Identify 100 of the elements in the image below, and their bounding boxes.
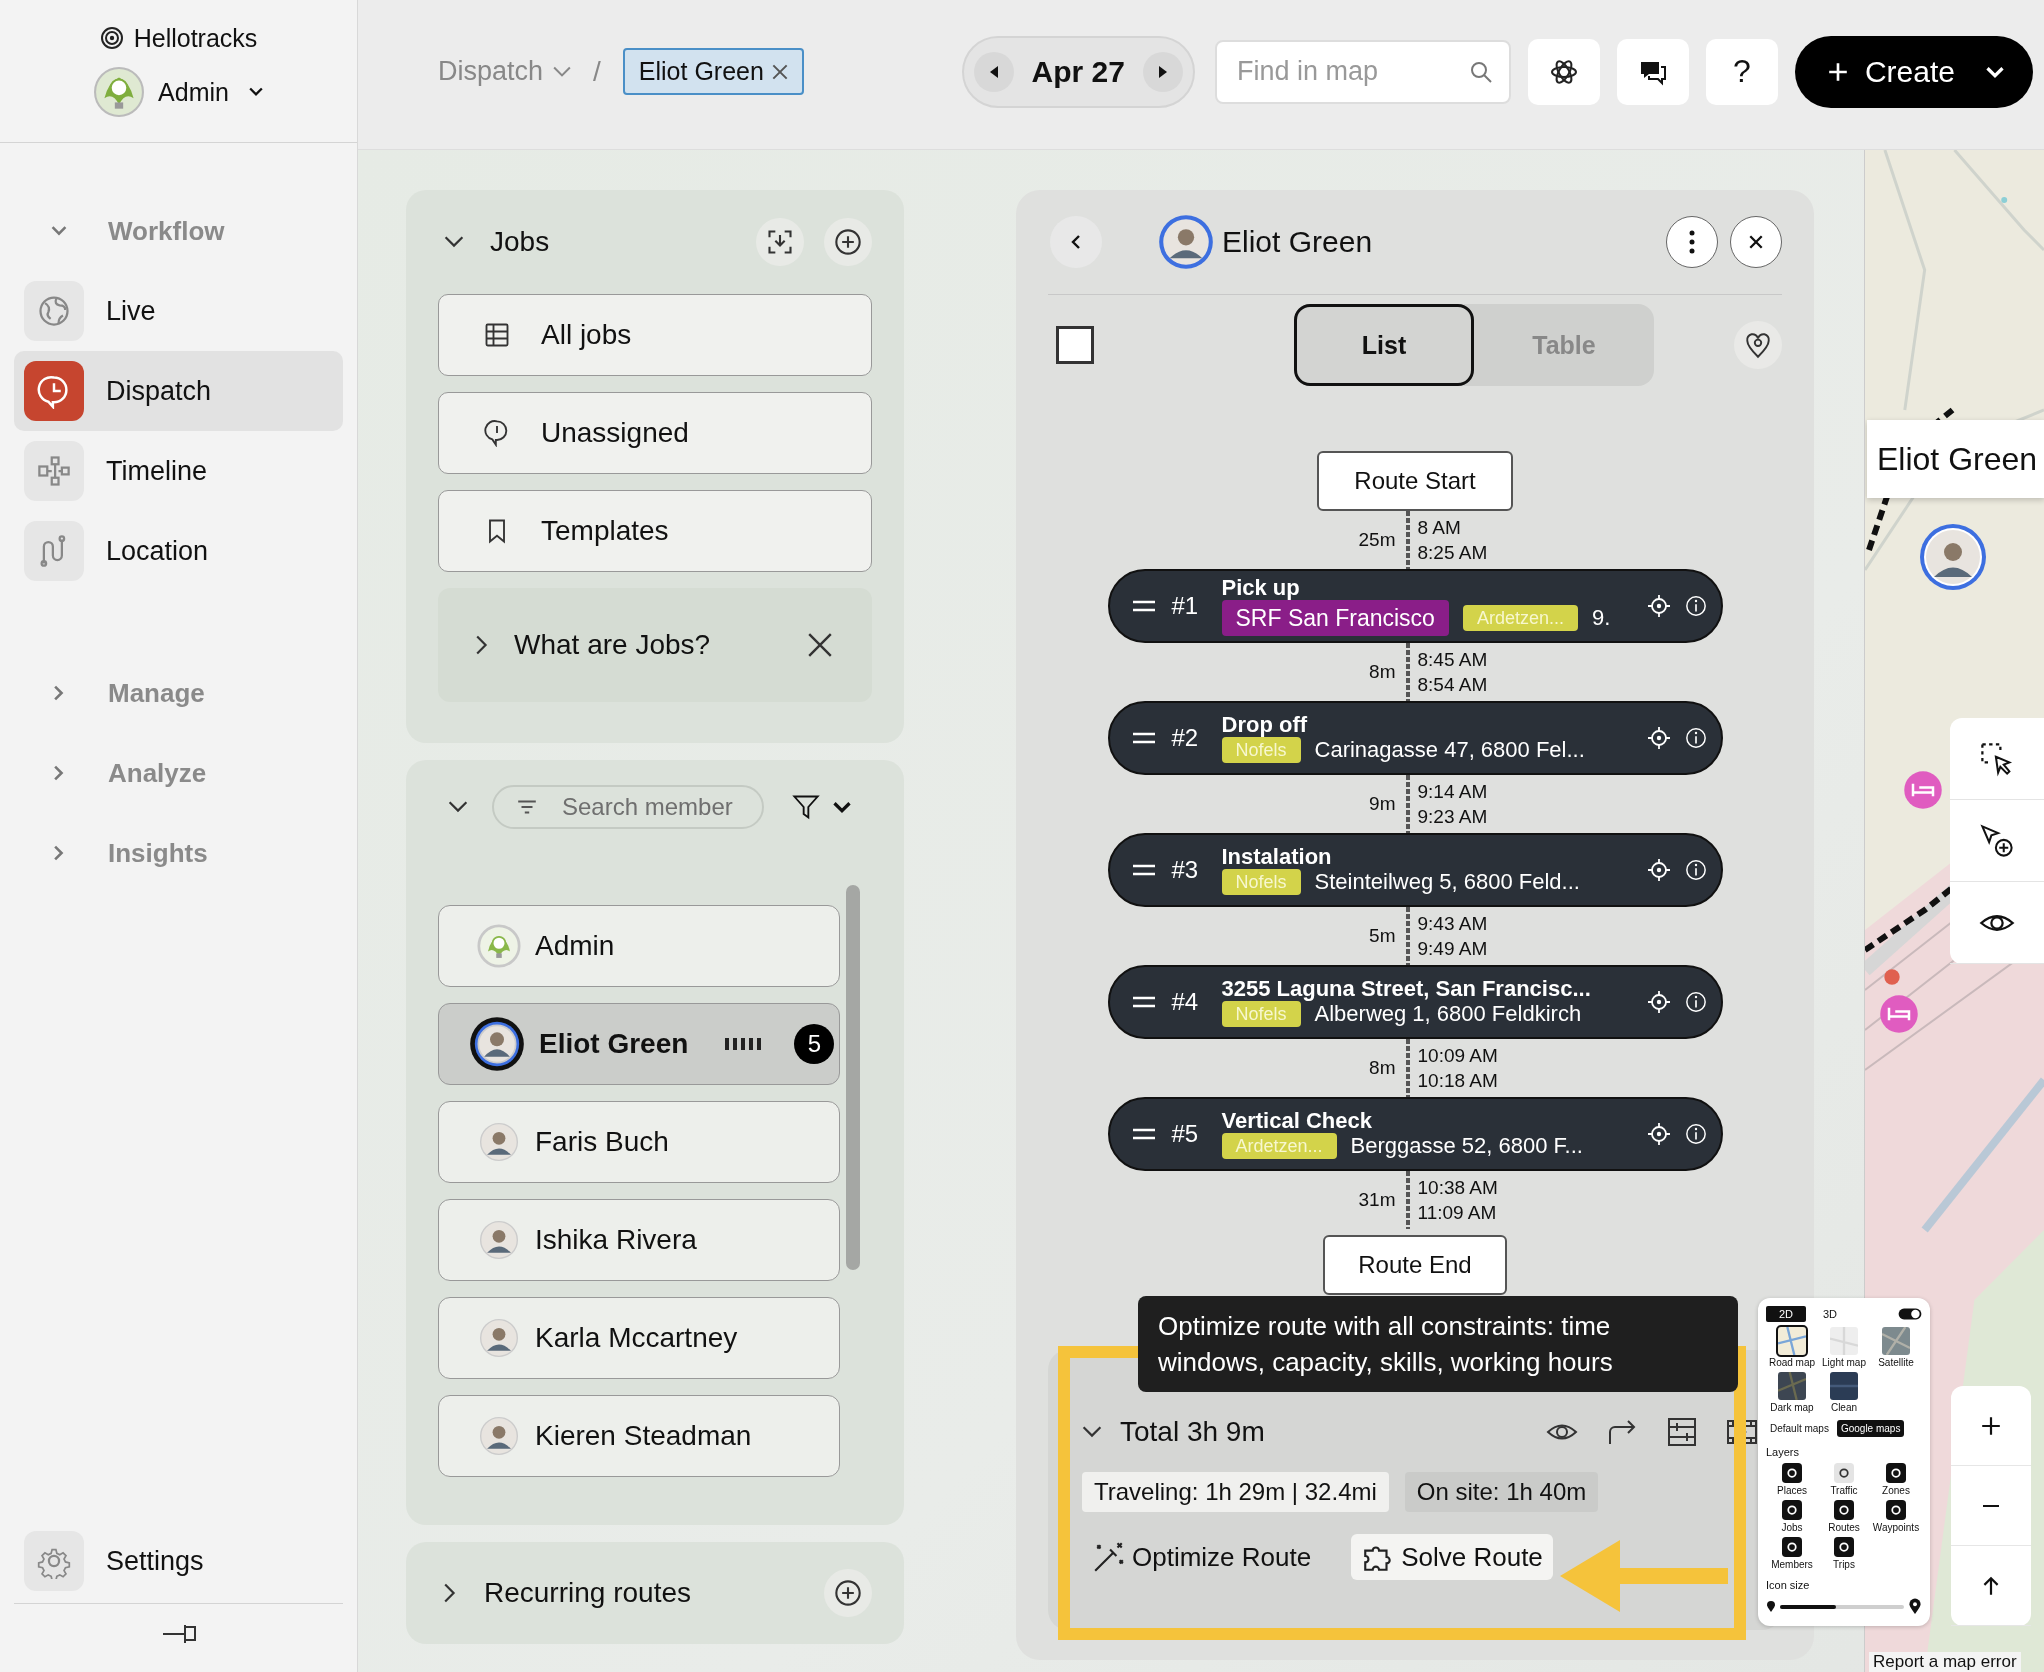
drag-handle-icon[interactable] <box>1131 600 1156 612</box>
drag-handle-icon[interactable] <box>1131 996 1156 1008</box>
settings-item[interactable]: Settings <box>0 1521 357 1601</box>
locate-icon[interactable] <box>1646 990 1671 1014</box>
add-route-button[interactable] <box>824 1569 872 1617</box>
account-menu[interactable]: Admin <box>94 66 263 118</box>
map-search-field[interactable]: Find in map <box>1214 39 1511 104</box>
member-item[interactable]: Ishika Rivera <box>438 1199 840 1281</box>
select-all-checkbox[interactable] <box>1056 326 1094 364</box>
chevron-icon[interactable] <box>448 801 468 813</box>
route-start-button[interactable]: Route Start <box>1317 451 1513 511</box>
location-pin-button[interactable] <box>1734 321 1782 369</box>
chevron-icon[interactable] <box>1082 1426 1102 1438</box>
leg-duration: 25m <box>1357 529 1397 551</box>
member-item[interactable]: Faris Buch <box>438 1101 840 1183</box>
info-icon[interactable] <box>1684 595 1707 617</box>
chat-button[interactable] <box>1616 38 1689 105</box>
avatar-icon <box>477 1218 521 1262</box>
stop-title: Vertical Check <box>1221 1109 1373 1133</box>
route-stop[interactable]: #1 Pick up SRF San Francisco Ardetzen... 9. <box>1107 569 1723 643</box>
info-icon[interactable] <box>1684 991 1707 1013</box>
help-button[interactable]: ? <box>1705 38 1778 105</box>
map-source-tab[interactable]: Default maps <box>1766 1420 1833 1437</box>
close-icon[interactable] <box>808 633 832 657</box>
scrollbar[interactable] <box>846 885 860 1270</box>
map-layer-toggle[interactable]: Waypoints <box>1870 1500 1922 1533</box>
member-item[interactable]: Admin <box>438 905 840 987</box>
map-layer-toggle[interactable]: Zones <box>1870 1463 1922 1496</box>
previous-day-button[interactable] <box>973 51 1014 92</box>
member-item[interactable]: Karla Mccartney <box>438 1297 840 1379</box>
layer-icon <box>1782 1463 1802 1483</box>
drag-handle-icon[interactable] <box>1131 864 1156 876</box>
member-marker-icon[interactable] <box>1918 522 1988 592</box>
close-button[interactable] <box>1730 216 1782 268</box>
route-end-button[interactable]: Route End <box>1323 1235 1507 1295</box>
solve-route-button[interactable]: Solve Route <box>1351 1534 1553 1580</box>
chevron-icon <box>1985 64 2005 79</box>
map-style-option[interactable]: Light map <box>1818 1327 1870 1368</box>
map-style-option[interactable]: Clean <box>1818 1372 1870 1413</box>
map-layer-toggle[interactable]: Traffic <box>1818 1463 1870 1496</box>
info-title[interactable]: What are Jobs? <box>514 629 711 661</box>
map-source-tab[interactable]: Google maps <box>1836 1420 1905 1437</box>
drag-handle-icon[interactable] <box>1131 1128 1156 1140</box>
member-item[interactable]: Kieren Steadman <box>438 1395 840 1477</box>
pin-icon[interactable] <box>160 1622 197 1646</box>
ai-assistant-button[interactable] <box>1527 38 1600 105</box>
chevron-icon[interactable] <box>444 1583 456 1603</box>
add-job-button[interactable] <box>824 218 872 266</box>
optimize-route-button[interactable]: Optimize Route <box>1082 1534 1322 1580</box>
filter-icon[interactable] <box>792 793 820 821</box>
jobs-filter-button[interactable]: Unassigned <box>438 392 872 474</box>
route-stop[interactable]: #4 3255 Laguna Street, San Francisc... Nofels Alberweg 1, 6800 Feldkirch <box>1107 965 1723 1039</box>
route-stop[interactable]: #3 Instalation Nofels Steinteilweg 5, 6800 Feld... <box>1107 833 1723 907</box>
icon-size-slider[interactable] <box>1780 1605 1904 1609</box>
hotel-pin-icon[interactable] <box>1903 770 1943 810</box>
drag-handle-icon[interactable] <box>1131 732 1156 744</box>
locate-icon[interactable] <box>1646 726 1671 750</box>
next-day-button[interactable] <box>1142 51 1183 92</box>
member-item[interactable]: Eliot Green 5 <box>438 1003 840 1085</box>
report-link[interactable]: Report a map error <box>1869 1652 2021 1672</box>
panel-title[interactable]: Recurring routes <box>484 1577 691 1609</box>
view-mode-tab[interactable]: 2D <box>1766 1306 1806 1322</box>
chevron-icon[interactable] <box>476 635 488 655</box>
map-style-option[interactable]: Road map <box>1766 1327 1818 1368</box>
jobs-filter-button[interactable]: All jobs <box>438 294 872 376</box>
info-icon[interactable] <box>1684 727 1707 749</box>
arrival-time: 9:43 AM <box>1417 912 1488 936</box>
map-style-option[interactable]: Satellite <box>1870 1327 1922 1368</box>
caret-icon[interactable] <box>832 800 852 814</box>
location-dot-icon <box>1883 968 1901 986</box>
filter-chip[interactable]: Eliot Green <box>622 48 804 95</box>
map-layer-toggle[interactable]: Jobs <box>1766 1500 1818 1533</box>
view-tab[interactable]: List <box>1294 304 1474 386</box>
map-layer-toggle[interactable]: Members <box>1766 1537 1818 1570</box>
nav-item[interactable]: Timeline <box>14 431 343 511</box>
chevron-icon[interactable] <box>444 236 464 248</box>
map-layer-toggle[interactable]: Routes <box>1818 1500 1870 1533</box>
create-button[interactable]: Create <box>1794 35 2033 108</box>
info-icon[interactable] <box>1684 1123 1707 1145</box>
map-style-option[interactable]: Dark map <box>1766 1372 1818 1413</box>
route-stop[interactable]: #2 Drop off Nofels Carinagasse 47, 6800 Fel... <box>1107 701 1723 775</box>
hotel-pin-icon[interactable] <box>1879 994 1919 1034</box>
more-button[interactable] <box>1666 216 1718 268</box>
member-search-field[interactable]: Search member <box>492 785 764 829</box>
sliders-icon[interactable] <box>1666 1416 1698 1448</box>
nav-item[interactable]: Location <box>14 511 343 591</box>
arrival-time: 8 AM <box>1417 516 1462 540</box>
locate-icon[interactable] <box>1646 858 1671 882</box>
jobs-filter-button[interactable]: Templates <box>438 490 872 572</box>
nav-item[interactable]: Dispatch <box>14 351 343 431</box>
locate-icon[interactable] <box>1646 1122 1671 1146</box>
view-mode-tab[interactable]: 3D <box>1810 1306 1850 1322</box>
toggle-icon[interactable] <box>1898 1308 1922 1320</box>
locate-icon[interactable] <box>1646 594 1671 618</box>
import-button[interactable] <box>756 218 804 266</box>
route-stop[interactable]: #5 Vertical Check Ardetzen... Berggasse 52, 6800 F... <box>1107 1097 1723 1171</box>
nav-item[interactable]: Live <box>14 271 343 351</box>
info-icon[interactable] <box>1684 859 1707 881</box>
map-layer-toggle[interactable]: Places <box>1766 1463 1818 1496</box>
map-layer-toggle[interactable]: Trips <box>1818 1537 1870 1570</box>
